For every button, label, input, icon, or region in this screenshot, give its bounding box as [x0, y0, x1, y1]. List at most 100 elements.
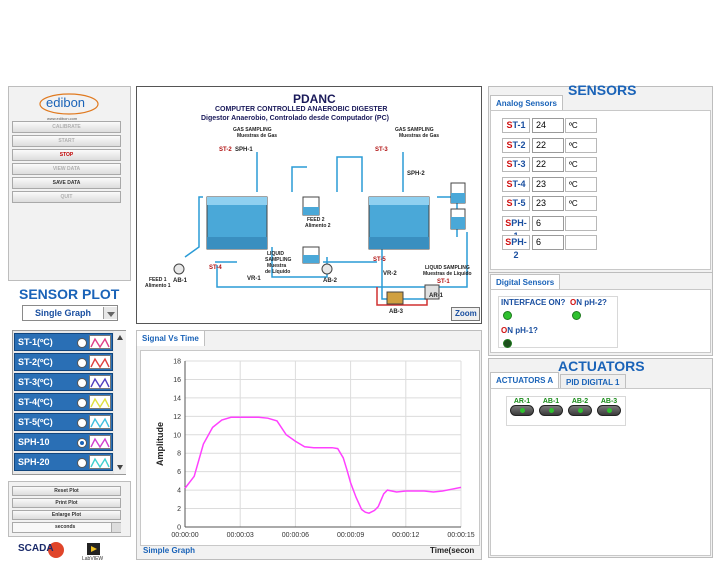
- chevron-down-icon[interactable]: [111, 523, 121, 532]
- plot-color-swatch-icon[interactable]: [89, 375, 111, 389]
- plot-item-label: ST-4(ºC): [18, 397, 53, 407]
- graph-mode-select[interactable]: Single Graph: [22, 305, 118, 321]
- sensor-row: SPH-2 6: [502, 235, 602, 260]
- label-st4: ST-4: [209, 265, 222, 271]
- sensor-tag: ST-1: [502, 118, 530, 133]
- sensor-tag-rest: T-5: [512, 198, 526, 208]
- digital-ph2-label-rest: N pH-2?: [576, 298, 607, 307]
- sensor-row: ST-5 23 ºC: [502, 196, 602, 214]
- y-tick-label: 14: [173, 395, 181, 402]
- sensor-unit: ºC: [565, 118, 597, 133]
- sensor-plot-title: SENSOR PLOT: [19, 286, 120, 302]
- view-data-button[interactable]: VIEW DATA: [12, 163, 121, 175]
- sensor-unit: [565, 215, 597, 231]
- plot-color-swatch-icon[interactable]: [89, 395, 111, 409]
- label-sph1: SPH-1: [235, 147, 253, 153]
- sensor-unit: ºC: [565, 176, 597, 192]
- label-feed2-es: Alimento 2: [305, 223, 331, 229]
- sensor-row: ST-2 22 ºC: [502, 137, 602, 156]
- plot-item[interactable]: ST-2(ºC): [14, 353, 113, 371]
- label-st2: ST-2: [219, 147, 232, 153]
- sensor-row: SPH-16: [502, 215, 602, 241]
- label-st1: ST-1: [437, 279, 450, 285]
- sensor-value: 22: [532, 157, 564, 172]
- graph-footer-label: Simple Graph: [143, 546, 196, 555]
- sensor-tag-rest: T-3: [512, 159, 526, 169]
- plot-item-radio[interactable]: [77, 358, 87, 368]
- plot-item-radio[interactable]: [77, 418, 87, 428]
- sensor-value: 23: [532, 176, 564, 192]
- plot-item-radio[interactable]: [77, 398, 87, 408]
- label-st3: ST-3: [375, 147, 388, 153]
- actuator-toggle-button[interactable]: [510, 405, 534, 416]
- zoom-button[interactable]: Zoom: [451, 307, 480, 321]
- quit-button[interactable]: QUIT: [12, 191, 121, 203]
- chevron-down-icon[interactable]: [103, 307, 117, 319]
- sensor-tag: ST-4: [502, 176, 530, 192]
- sensor-tag: SPH-1: [502, 215, 530, 241]
- tab-actuators-a[interactable]: ACTUATORS A: [490, 372, 560, 388]
- series-line: [184, 416, 462, 514]
- sensor-tag-rest: T-2: [512, 139, 526, 150]
- sensor-tag: ST-5: [502, 196, 530, 211]
- sensor-value: 6: [532, 235, 564, 250]
- sensor-unit: ºC: [565, 157, 597, 172]
- plot-item-radio[interactable]: [77, 338, 87, 348]
- scrollbar[interactable]: [114, 331, 126, 474]
- plot-item[interactable]: ST-3(ºC): [14, 373, 113, 391]
- plot-item-radio[interactable]: [77, 458, 87, 468]
- label-feed1-es: Alimento 1: [145, 283, 171, 289]
- actuator-label: AB-2: [571, 398, 589, 405]
- label-gas-sampling-2-es: Muestras de Gas: [399, 133, 440, 139]
- plot-color-swatch-icon[interactable]: [89, 455, 111, 469]
- tab-digital-sensors[interactable]: Digital Sensors: [490, 274, 561, 290]
- tab-analog-sensors[interactable]: Analog Sensors: [490, 95, 563, 111]
- y-tick-label: 4: [177, 488, 181, 495]
- label-liquid-1-es2: de Líquido: [265, 269, 291, 275]
- actuator-toggle-button[interactable]: [539, 405, 563, 416]
- plot-item[interactable]: SPH-20: [14, 453, 113, 471]
- actuator-ar-1: AR-1: [510, 398, 534, 416]
- plot-item[interactable]: ST-5(ºC): [14, 413, 113, 431]
- sensor-value: 22: [532, 137, 564, 153]
- plot-color-swatch-icon[interactable]: [89, 335, 111, 349]
- calibrate-button[interactable]: CALIBRATE: [12, 121, 121, 133]
- diagram-subtitle: COMPUTER CONTROLLED ANAEROBIC DIGESTER: [215, 106, 388, 113]
- plot-color-swatch-icon[interactable]: [89, 435, 111, 449]
- digital-ph2-label: ON pH-2?: [570, 298, 607, 307]
- diagram-title: PDANC: [293, 92, 336, 106]
- label-ar1: AR-1: [429, 293, 444, 299]
- plot-item-label: ST-1(ºC): [18, 337, 53, 347]
- plot-color-swatch-icon[interactable]: [89, 415, 111, 429]
- actuator-label: AR-1: [513, 398, 531, 405]
- print-plot-button[interactable]: Print Plot: [12, 498, 121, 508]
- label-ab3: AB-3: [389, 309, 404, 315]
- units-select[interactable]: seconds: [12, 522, 121, 533]
- actuator-toggle-button[interactable]: [568, 405, 592, 416]
- plot-item[interactable]: ST-1(ºC): [14, 333, 113, 351]
- plot-color-swatch-icon[interactable]: [89, 355, 111, 369]
- actuators-row: AR-1 AB-1 AB-2 AB-3: [510, 398, 625, 424]
- label-vr1: VR-1: [247, 276, 261, 282]
- plot-item[interactable]: ST-4(ºC): [14, 393, 113, 411]
- ph1-led: [503, 339, 512, 348]
- actuator-toggle-button[interactable]: [597, 405, 621, 416]
- enlarge-plot-button[interactable]: Enlarge Plot: [12, 510, 121, 520]
- reset-plot-button[interactable]: Reset Plot: [12, 486, 121, 496]
- plot-item-radio[interactable]: [77, 438, 87, 448]
- diagram-subtitle-es: Digestor Anaerobio, Controlado desde Com…: [201, 115, 389, 122]
- sensor-tag-rest: T-4: [512, 178, 526, 189]
- sensor-unit: [565, 235, 597, 250]
- sensor-tag: ST-2: [502, 137, 530, 153]
- stop-button[interactable]: STOP: [12, 149, 121, 161]
- start-button[interactable]: START: [12, 135, 121, 147]
- process-diagram: PDANC COMPUTER CONTROLLED ANAEROBIC DIGE…: [136, 86, 482, 324]
- save-data-button[interactable]: SAVE DATA: [12, 177, 121, 189]
- plot-item-radio[interactable]: [77, 378, 87, 388]
- label-vr2: VR-2: [383, 271, 397, 277]
- plot-item[interactable]: SPH-10: [14, 433, 113, 451]
- zoom-button-label: Zoom: [455, 309, 477, 318]
- scada-logo-text: SCADA: [18, 543, 54, 554]
- tab-signal-vs-time[interactable]: Signal Vs Time: [136, 330, 205, 346]
- y-tick-label: 8: [177, 451, 181, 458]
